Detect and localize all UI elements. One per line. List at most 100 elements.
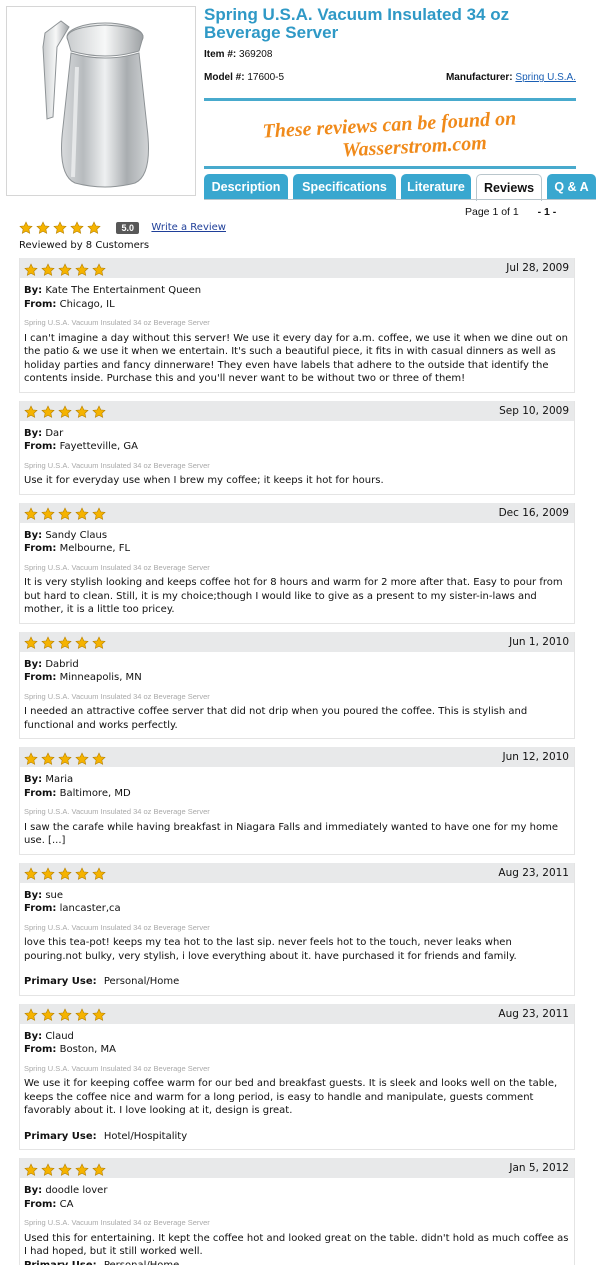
by-label: By:: [24, 774, 43, 785]
review-body: By: Sandy Claus From: Melbourne, FL Spri…: [20, 523, 574, 623]
review-card: Aug 23, 2011 By: Claud From: Boston, MA …: [19, 1003, 575, 1150]
author-name: Claud: [45, 1030, 74, 1042]
star-icon: [36, 221, 50, 235]
star-icon: [75, 263, 89, 277]
star-icon: [87, 221, 101, 235]
from-label: From:: [24, 1198, 57, 1210]
review-body: By: Dar From: Fayetteville, GA Spring U.…: [20, 421, 574, 494]
author-name: Kate The Entertainment Queen: [45, 285, 202, 296]
review-date: Jan 5, 2012: [509, 1162, 569, 1174]
star-icon: [41, 405, 55, 419]
review-location: From: Chicago, IL: [24, 298, 570, 312]
star-icon: [24, 1163, 38, 1177]
review-header: Aug 23, 2011: [20, 1003, 574, 1025]
reviewed-product: Spring U.S.A. Vacuum Insulated 34 oz Bev…: [24, 1063, 210, 1073]
product-meta: Model #: 17600-5 Manufacturer: Spring U.…: [204, 72, 576, 86]
review-star-rating: [24, 404, 109, 422]
star-icon: [24, 507, 38, 521]
by-label: By:: [24, 1185, 43, 1196]
review-author: By: sue: [24, 889, 570, 903]
tab-specifications[interactable]: Specifications: [293, 174, 396, 200]
star-icon: [92, 507, 106, 521]
tab-reviews[interactable]: Reviews: [476, 174, 542, 201]
primary-use-label: Primary Use:: [24, 1259, 97, 1265]
review-body: By: Kate The Entertainment Queen From: C…: [20, 278, 574, 392]
star-icon: [24, 867, 38, 881]
reviews-list: Jul 28, 2009 By: Kate The Entertainment …: [19, 258, 575, 1265]
review-text: It is very stylish looking and keeps cof…: [24, 577, 563, 615]
review-date: Aug 23, 2011: [498, 866, 569, 879]
tab-q-and-a[interactable]: Q & A: [547, 174, 596, 200]
review-location: From: Fayetteville, GA: [24, 440, 570, 454]
reviewed-product: Spring U.S.A. Vacuum Insulated 34 oz Bev…: [24, 922, 210, 932]
score-badge: 5.0: [116, 221, 139, 234]
reviewed-product: Spring U.S.A. Vacuum Insulated 34 oz Bev…: [24, 691, 210, 701]
star-icon: [92, 636, 106, 650]
primary-use-value: Personal/Home: [103, 976, 180, 987]
by-label: By:: [24, 1030, 43, 1042]
write-review-link[interactable]: Write a Review: [151, 222, 226, 233]
review-body: By: sue From: lancaster,ca Spring U.S.A.…: [20, 883, 574, 995]
author-location: lancaster,ca: [59, 903, 121, 914]
model-number: Model #: 17600-5: [204, 72, 284, 83]
author-location: Minneapolis, MN: [59, 672, 142, 683]
author-name: doodle lover: [45, 1185, 108, 1196]
star-icon: [41, 867, 55, 881]
star-icon: [41, 263, 55, 277]
review-text: We use it for keeping coffee warm for ou…: [24, 1078, 558, 1116]
from-label: From:: [24, 543, 57, 554]
review-star-rating: [24, 506, 109, 524]
review-card: Jan 5, 2012 By: doodle lover From: CA Sp…: [19, 1158, 575, 1265]
review-author: By: Dabrid: [24, 658, 570, 672]
review-body: By: Claud From: Boston, MA Spring U.S.A.…: [20, 1024, 574, 1150]
star-icon: [75, 752, 89, 766]
star-icon: [58, 263, 72, 277]
star-icon: [58, 507, 72, 521]
review-author: By: doodle lover: [24, 1184, 570, 1198]
star-icon: [53, 221, 67, 235]
review-text: love this tea-pot! keeps my tea hot to t…: [24, 937, 517, 962]
review-header: Dec 16, 2009: [20, 502, 574, 524]
star-icon: [75, 636, 89, 650]
review-card: Aug 23, 2011 By: sue From: lancaster,ca …: [19, 862, 575, 996]
primary-use: Primary Use: Hotel/Hospitality: [24, 1130, 570, 1144]
star-icon: [75, 1163, 89, 1177]
star-icon: [41, 507, 55, 521]
watermark-text: These reviews can be found on Wasserstro…: [203, 104, 577, 169]
author-name: Maria: [45, 774, 74, 785]
review-location: From: Minneapolis, MN: [24, 671, 570, 685]
review-star-rating: [24, 1007, 109, 1025]
review-star-rating: [24, 635, 109, 653]
author-name: sue: [45, 889, 64, 901]
star-icon: [75, 507, 89, 521]
author-name: Dar: [45, 427, 64, 439]
manufacturer-link[interactable]: Spring U.S.A.: [515, 72, 576, 83]
model-number-label: Model #:: [204, 72, 245, 83]
primary-use-value: Hotel/Hospitality: [103, 1130, 188, 1142]
from-label: From:: [24, 787, 57, 799]
review-star-rating: [24, 261, 109, 279]
review-location: From: lancaster,ca: [24, 902, 570, 916]
tab-literature[interactable]: Literature: [401, 174, 471, 200]
review-date: Sep 10, 2009: [499, 404, 569, 417]
header-divider-lower: [204, 166, 576, 169]
review-header: Jul 28, 2009: [20, 258, 574, 278]
by-label: By:: [24, 658, 43, 670]
review-author: By: Dar: [24, 427, 570, 441]
page-current[interactable]: - 1 -: [538, 206, 557, 218]
star-icon: [24, 405, 38, 419]
by-label: By:: [24, 529, 43, 541]
primary-use-label: Primary Use:: [24, 1130, 97, 1142]
tab-description[interactable]: Description: [204, 174, 288, 200]
star-icon: [70, 221, 84, 235]
star-icon: [58, 752, 72, 766]
review-star-rating: [24, 866, 109, 884]
star-icon: [58, 636, 72, 650]
star-icon: [24, 752, 38, 766]
star-icon: [92, 1008, 106, 1022]
review-text: Use it for everyday use when I brew my c…: [24, 475, 384, 486]
reviewed-product: Spring U.S.A. Vacuum Insulated 34 oz Bev…: [24, 460, 210, 470]
by-label: By:: [24, 889, 43, 901]
from-label: From:: [24, 1044, 57, 1055]
reviewed-product: Spring U.S.A. Vacuum Insulated 34 oz Bev…: [24, 318, 210, 327]
